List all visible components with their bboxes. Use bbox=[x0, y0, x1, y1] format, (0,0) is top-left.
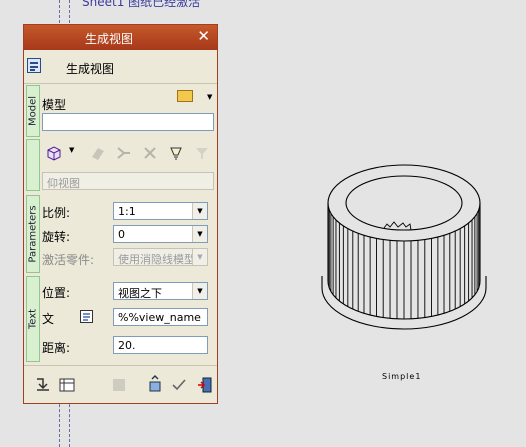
detail-view-icon bbox=[117, 147, 130, 159]
rotation-label: 旋转: bbox=[42, 230, 71, 244]
generate-view-dialog: 生成视图 ✕ 生成视图 Model 模型 ▼ ▼ 仰视图 Parameters … bbox=[23, 24, 218, 404]
model-path-input[interactable] bbox=[42, 113, 214, 131]
chevron-down-icon[interactable]: ▼ bbox=[192, 226, 207, 242]
dialog-title: 生成视图 bbox=[84, 32, 133, 46]
active-part-select: 使用消隐线模型 ▼ bbox=[113, 248, 208, 266]
tab-parameters[interactable]: Parameters bbox=[26, 195, 40, 273]
model-label: 模型 bbox=[42, 98, 67, 112]
selected-view-field: 仰视图 bbox=[42, 172, 214, 190]
scale-value: 1:1 bbox=[118, 205, 136, 218]
close-icon[interactable]: ✕ bbox=[197, 27, 210, 45]
auxiliary-view-icon bbox=[144, 147, 156, 159]
ok-check-icon[interactable] bbox=[169, 375, 189, 395]
position-label: 位置: bbox=[42, 286, 71, 300]
scale-select[interactable]: 1:1 ▼ bbox=[113, 202, 208, 220]
properties-table-icon[interactable] bbox=[57, 375, 77, 395]
status-note: Sheet1 图纸已经激活 bbox=[82, 0, 201, 9]
section-view-icon bbox=[92, 148, 104, 160]
tab-text[interactable]: Text bbox=[26, 276, 40, 362]
drawing-view-icon bbox=[27, 58, 41, 73]
text-input[interactable]: %%view_name bbox=[113, 308, 208, 326]
active-part-value: 使用消隐线模型 bbox=[118, 253, 195, 266]
folder-open-icon[interactable] bbox=[177, 90, 193, 102]
light-view-icon[interactable] bbox=[166, 143, 186, 163]
position-value: 视图之下 bbox=[118, 287, 162, 300]
divider bbox=[24, 83, 217, 84]
distance-label: 距离: bbox=[42, 341, 71, 355]
text-editor-icon[interactable] bbox=[79, 308, 94, 324]
dialog-header-label: 生成视图 bbox=[66, 62, 115, 76]
distance-input[interactable]: 20. bbox=[113, 336, 208, 354]
tab-model[interactable]: Model bbox=[26, 85, 40, 137]
scale-label: 比例: bbox=[42, 206, 71, 220]
rotation-select[interactable]: 0 ▼ bbox=[113, 225, 208, 243]
rotation-value: 0 bbox=[118, 228, 125, 241]
tab-views[interactable] bbox=[26, 139, 40, 191]
save-icon bbox=[113, 379, 125, 391]
dialog-title-bar[interactable]: 生成视图 ✕ bbox=[24, 25, 217, 50]
view-caption: Simple1 bbox=[382, 372, 422, 381]
chevron-down-icon[interactable]: ▼ bbox=[192, 283, 207, 299]
chevron-down-icon[interactable]: ▼ bbox=[69, 146, 74, 154]
view-cube-icon[interactable] bbox=[44, 143, 64, 163]
divider bbox=[24, 365, 217, 366]
position-select[interactable]: 视图之下 ▼ bbox=[113, 282, 208, 300]
exit-icon[interactable] bbox=[195, 375, 215, 395]
active-part-label: 激活零件: bbox=[42, 253, 95, 267]
apply-icon[interactable] bbox=[145, 375, 165, 395]
text-label: 文 bbox=[42, 312, 55, 326]
part-drawing-view[interactable] bbox=[318, 156, 490, 356]
import-icon[interactable] bbox=[33, 375, 53, 395]
filter-view-icon bbox=[196, 148, 208, 159]
chevron-down-icon[interactable]: ▼ bbox=[207, 93, 212, 101]
cap-top-inner-rim bbox=[345, 175, 463, 231]
chevron-down-icon: ▼ bbox=[192, 249, 207, 265]
chevron-down-icon[interactable]: ▼ bbox=[192, 203, 207, 219]
